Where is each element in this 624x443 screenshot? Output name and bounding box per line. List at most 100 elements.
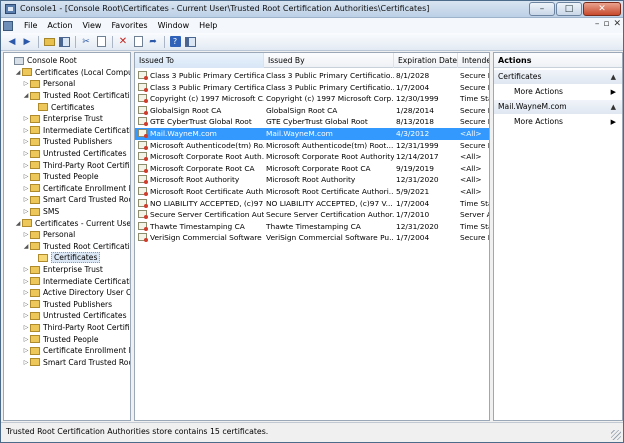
collapse-triangle-icon[interactable]: ◢ bbox=[22, 243, 30, 250]
menu-view[interactable]: View bbox=[77, 21, 106, 30]
tree-item[interactable]: ▷ Trusted People bbox=[22, 333, 99, 345]
table-row[interactable]: Class 3 Public Primary Certificat... Clas… bbox=[135, 70, 489, 82]
expand-triangle-icon[interactable]: ▷ bbox=[22, 231, 30, 238]
properties-icon[interactable] bbox=[131, 35, 145, 49]
expand-triangle-icon[interactable]: ▷ bbox=[22, 301, 30, 308]
close-button[interactable]: ✕ bbox=[583, 2, 621, 16]
collapse-up-icon[interactable]: ▲ bbox=[611, 100, 616, 114]
tree-item[interactable]: ▷ Enterprise Trust bbox=[22, 264, 103, 276]
table-row[interactable]: Secure Server Certification Auth... Secur… bbox=[135, 209, 489, 221]
table-row[interactable]: Mail.WayneM.com Mail.WayneM.com 4/3/2012 <A… bbox=[135, 128, 489, 140]
tree-item[interactable]: ▷ Trusted People bbox=[22, 171, 99, 183]
tree-item[interactable]: Certificates bbox=[30, 252, 101, 264]
expand-triangle-icon[interactable]: ▷ bbox=[22, 208, 30, 215]
tree-item[interactable]: ◢ Trusted Root Certification bbox=[22, 241, 130, 253]
column-issued-by[interactable]: Issued By bbox=[264, 53, 394, 68]
tree-item[interactable]: ▷ Untrusted Certificates bbox=[22, 310, 127, 322]
table-row[interactable]: Microsoft Root Authority Microsoft Root A… bbox=[135, 174, 489, 186]
tree-item[interactable]: ▷ Smart Card Trusted Roots bbox=[22, 194, 130, 206]
table-row[interactable]: Class 3 Public Primary Certificat... Clas… bbox=[135, 82, 489, 94]
collapse-up-icon[interactable]: ▲ bbox=[611, 70, 616, 84]
mmc-icon[interactable] bbox=[3, 20, 13, 31]
expand-triangle-icon[interactable]: ▷ bbox=[22, 115, 30, 122]
tree-item[interactable]: ▷ Untrusted Certificates bbox=[22, 148, 127, 160]
certificate-list[interactable]: Issued To Issued By Expiration Date Inte… bbox=[134, 52, 490, 421]
tree-item[interactable]: ▷ Third-Party Root Certification bbox=[22, 159, 130, 171]
menu-window[interactable]: Window bbox=[153, 21, 195, 30]
table-row[interactable]: NO LIABILITY ACCEPTED, (c)97 ... NO LIABI… bbox=[135, 198, 489, 210]
expand-triangle-icon[interactable]: ▷ bbox=[22, 162, 30, 169]
tree-item[interactable]: ▷ Intermediate Certification bbox=[22, 125, 130, 137]
tree-item[interactable]: ▷ Trusted Publishers bbox=[22, 136, 112, 148]
menu-file[interactable]: File bbox=[19, 21, 42, 30]
table-row[interactable]: Copyright (c) 1997 Microsoft C... Copyrig… bbox=[135, 93, 489, 105]
tree-item[interactable]: ◢ Trusted Root Certification bbox=[22, 90, 130, 102]
maximize-button[interactable]: □ bbox=[556, 2, 582, 16]
expand-triangle-icon[interactable]: ▷ bbox=[22, 336, 30, 343]
tree-item[interactable]: ▷ Certificate Enrollment Requests bbox=[22, 183, 130, 195]
tree-item[interactable]: ◢ Certificates - Current User bbox=[14, 217, 130, 229]
menu-favorites[interactable]: Favorites bbox=[106, 21, 152, 30]
up-folder-icon[interactable] bbox=[42, 35, 56, 49]
expand-triangle-icon[interactable]: ▷ bbox=[22, 266, 30, 273]
tree-item[interactable]: ▷ Personal bbox=[22, 229, 76, 241]
child-close-button[interactable]: ✕ bbox=[613, 19, 621, 29]
expand-triangle-icon[interactable]: ▷ bbox=[22, 127, 30, 134]
more-actions-link[interactable]: More Actions ▶ bbox=[494, 115, 622, 129]
tree-item[interactable]: ▷ Certificate Enrollment Requests bbox=[22, 345, 130, 357]
column-intended-purposes[interactable]: Intended Purposes bbox=[458, 53, 489, 68]
tree-item[interactable]: Console Root bbox=[6, 55, 77, 67]
export-icon[interactable]: ➦ bbox=[146, 35, 160, 49]
column-expiration-date[interactable]: Expiration Date bbox=[394, 53, 458, 68]
menu-action[interactable]: Action bbox=[42, 21, 77, 30]
column-issued-to[interactable]: Issued To bbox=[135, 53, 264, 68]
cut-icon[interactable]: ✂ bbox=[79, 35, 93, 49]
resize-grip-icon[interactable] bbox=[611, 430, 621, 440]
minimize-button[interactable]: – bbox=[529, 2, 555, 16]
menu-help[interactable]: Help bbox=[194, 21, 222, 30]
tree-item[interactable]: ▷ Active Directory User Object bbox=[22, 287, 130, 299]
expand-triangle-icon[interactable]: ▷ bbox=[22, 278, 30, 285]
table-row[interactable]: Thawte Timestamping CA Thawte Timestampin… bbox=[135, 221, 489, 233]
expand-triangle-icon[interactable]: ▷ bbox=[22, 185, 30, 192]
table-row[interactable]: Microsoft Authenticode(tm) Ro... Microsof… bbox=[135, 140, 489, 152]
collapse-triangle-icon[interactable]: ◢ bbox=[22, 92, 30, 99]
title-bar[interactable]: Console1 - [Console Root\Certificates - … bbox=[1, 1, 623, 18]
tree-item[interactable]: ▷ Enterprise Trust bbox=[22, 113, 103, 125]
table-row[interactable]: GlobalSign Root CA GlobalSign Root CA 1/28… bbox=[135, 105, 489, 117]
collapse-triangle-icon[interactable]: ◢ bbox=[14, 220, 22, 227]
help-icon[interactable]: ? bbox=[168, 35, 182, 49]
console-tree[interactable]: Console Root ◢ Certificates (Local Compute… bbox=[3, 52, 131, 421]
child-minimize-button[interactable]: – bbox=[595, 19, 600, 29]
tree-item[interactable]: ▷ Intermediate Certification bbox=[22, 275, 130, 287]
tree-item[interactable]: ◢ Certificates (Local Computer) bbox=[14, 67, 130, 79]
expand-triangle-icon[interactable]: ▷ bbox=[22, 289, 30, 296]
table-row[interactable]: Microsoft Root Certificate Auth... Micros… bbox=[135, 186, 489, 198]
table-row[interactable]: GTE CyberTrust Global Root GTE CyberTrust… bbox=[135, 116, 489, 128]
tree-item[interactable]: ▷ SMS bbox=[22, 206, 60, 218]
tree-item[interactable]: ▷ Personal bbox=[22, 78, 76, 90]
show-hide-tree-icon[interactable] bbox=[57, 35, 71, 49]
delete-icon[interactable]: ✕ bbox=[116, 35, 130, 49]
forward-arrow-icon[interactable]: ▶ bbox=[20, 35, 34, 49]
expand-triangle-icon[interactable]: ▷ bbox=[22, 312, 30, 319]
expand-triangle-icon[interactable]: ▷ bbox=[22, 347, 30, 354]
child-restore-button[interactable]: ▫ bbox=[603, 19, 609, 29]
back-arrow-icon[interactable]: ◀ bbox=[5, 35, 19, 49]
table-row[interactable]: Microsoft Corporate Root Auth... Microsof… bbox=[135, 151, 489, 163]
tree-item[interactable]: ▷ Third-Party Root Certification bbox=[22, 322, 130, 334]
expand-triangle-icon[interactable]: ▷ bbox=[22, 138, 30, 145]
tree-item[interactable]: ▷ Smart Card Trusted Roots bbox=[22, 357, 130, 369]
expand-triangle-icon[interactable]: ▷ bbox=[22, 359, 30, 366]
actions-section-certificates[interactable]: Certificates ▲ bbox=[494, 70, 622, 84]
table-row[interactable]: Microsoft Corporate Root CA Microsoft Cor… bbox=[135, 163, 489, 175]
tree-item[interactable]: ▷ Trusted Publishers bbox=[22, 299, 112, 311]
collapse-triangle-icon[interactable]: ◢ bbox=[14, 69, 22, 76]
show-hide-action-pane-icon[interactable] bbox=[183, 35, 197, 49]
expand-triangle-icon[interactable]: ▷ bbox=[22, 173, 30, 180]
more-actions-link[interactable]: More Actions ▶ bbox=[494, 85, 622, 99]
expand-triangle-icon[interactable]: ▷ bbox=[22, 324, 30, 331]
actions-section-selected-cert[interactable]: Mail.WayneM.com ▲ bbox=[494, 100, 622, 114]
expand-triangle-icon[interactable]: ▷ bbox=[22, 150, 30, 157]
expand-triangle-icon[interactable]: ▷ bbox=[22, 196, 30, 203]
